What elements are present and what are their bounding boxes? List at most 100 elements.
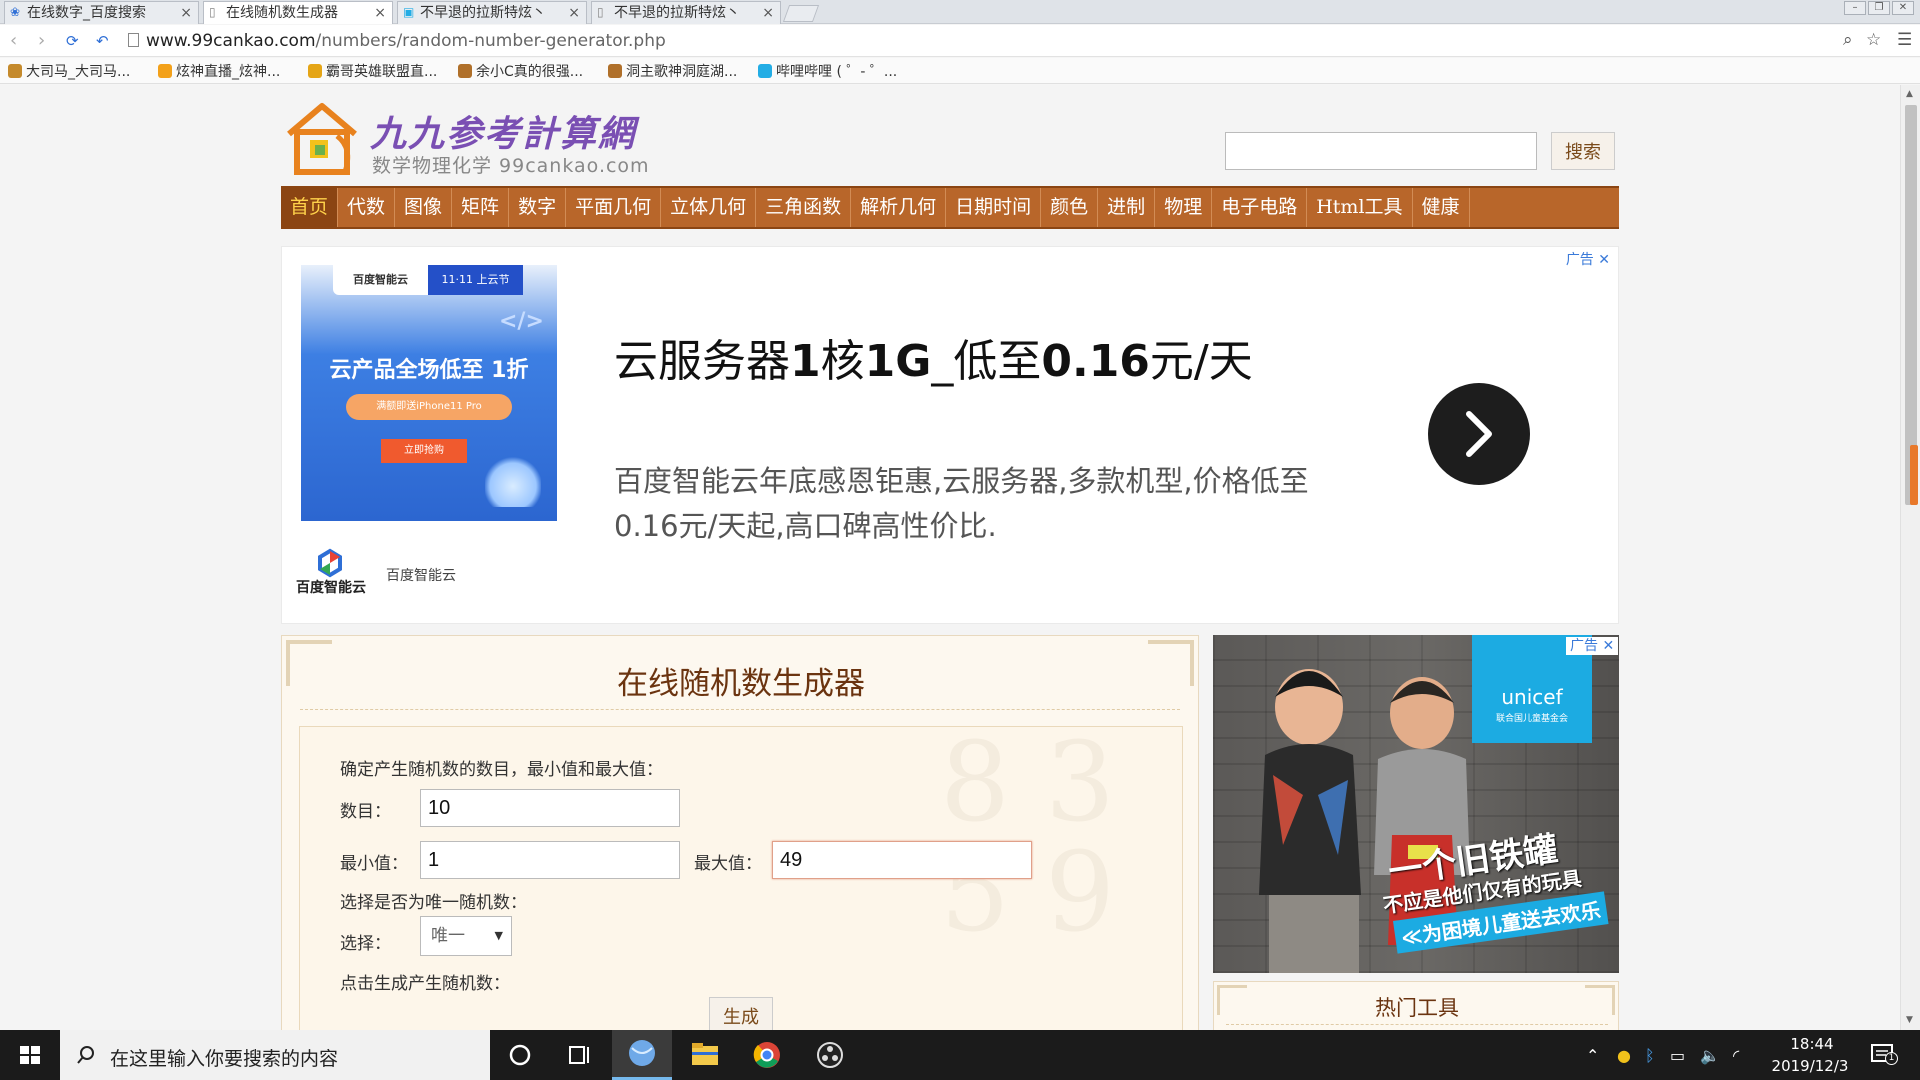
ad-badge-label: 广告 — [1565, 252, 1594, 268]
chevron-up-icon[interactable]: ⌃ — [1586, 1046, 1599, 1065]
site-search-button[interactable]: 搜索 — [1551, 132, 1615, 170]
zoom-icon[interactable]: ⌕ — [1843, 30, 1853, 50]
nav-item-graph[interactable]: 图像 — [395, 188, 453, 227]
tab-random-number-generator[interactable]: ▯ 在线随机数生成器 × — [203, 1, 393, 24]
nav-item-matrix[interactable]: 矩阵 — [452, 188, 510, 227]
close-window-icon[interactable]: ✕ — [1892, 1, 1914, 15]
bookmark-item[interactable]: 霸哥英雄联盟直... — [308, 61, 437, 81]
generate-button[interactable]: 生成 — [709, 997, 773, 1030]
nav-item-circuits[interactable]: 电子电路 — [1212, 188, 1308, 227]
tab-baidu-search[interactable]: ❀ 在线数字_百度搜索 × — [4, 1, 199, 24]
reload-icon[interactable]: ⟳ — [66, 32, 79, 50]
taskbar-search-box[interactable]: 在这里输入你要搜索的内容 — [60, 1030, 490, 1080]
close-icon[interactable]: ✕ — [1598, 252, 1610, 268]
bookmark-icon — [308, 64, 322, 78]
nav-item-physics[interactable]: 物理 — [1155, 188, 1213, 227]
bookmark-item[interactable]: 哔哩哔哩 ( ゜- ゜... — [758, 61, 897, 81]
file-explorer-icon[interactable] — [675, 1030, 735, 1080]
chrome-icon[interactable] — [737, 1030, 797, 1080]
task-view-icon[interactable] — [550, 1030, 610, 1080]
nav-item-analytic-geometry[interactable]: 解析几何 — [851, 188, 947, 227]
tab-title: 在线随机数生成器 — [226, 5, 338, 21]
ad-badge[interactable]: 广告 ✕ — [1566, 637, 1618, 655]
site-logo-title[interactable]: 九九参考計算網 — [370, 105, 636, 157]
nav-item-solid-geometry[interactable]: 立体几何 — [661, 188, 757, 227]
bookmark-item[interactable]: 大司马_大司马... — [8, 61, 130, 81]
tab-bilibili-space[interactable]: ▣ 不早退的拉斯特炫丶 × — [397, 1, 587, 24]
volume-icon[interactable]: 🔈 — [1700, 1046, 1720, 1065]
ad-image[interactable]: 百度智能云 11·11 上云节 </> 云产品全场低至 1折 满额即送iPhon… — [301, 265, 557, 521]
window-controls: – ❐ ✕ — [1844, 1, 1914, 15]
ad-title-part: 元/天 — [1149, 336, 1253, 387]
nav-item-plane-geometry[interactable]: 平面几何 — [566, 188, 662, 227]
bookmark-item[interactable]: 洞主歌神洞庭湖... — [608, 61, 737, 81]
nav-item-health[interactable]: 健康 — [1413, 188, 1470, 227]
unique-select[interactable]: 唯一 ▼ — [420, 916, 512, 956]
unique-select-value: 唯一 — [431, 926, 465, 946]
ad-badge[interactable]: 广告 ✕ — [1566, 249, 1610, 269]
restore-icon[interactable]: ❐ — [1868, 1, 1890, 15]
bookmark-item[interactable]: 余小C真的很强... — [458, 61, 583, 81]
bluetooth-icon[interactable]: ᛒ — [1645, 1046, 1655, 1065]
clock-time[interactable]: 18:44 — [1777, 1035, 1847, 1053]
nav-item-algebra[interactable]: 代数 — [338, 188, 396, 227]
battery-icon[interactable]: ▭ — [1670, 1046, 1685, 1065]
new-tab-button[interactable] — [782, 5, 820, 22]
cloud-icon — [485, 455, 541, 507]
bookmark-icon — [8, 64, 22, 78]
nav-item-trigonometry[interactable]: 三角函数 — [756, 188, 852, 227]
undo-icon[interactable]: ↶ — [96, 32, 109, 50]
star-icon[interactable]: ☆ — [1866, 30, 1881, 50]
max-input[interactable] — [772, 841, 1032, 879]
unique-prompt: 选择是否为唯一随机数： — [340, 893, 527, 913]
close-icon[interactable]: × — [762, 2, 774, 24]
count-input[interactable] — [420, 789, 680, 827]
nav-item-color[interactable]: 颜色 — [1041, 188, 1099, 227]
close-icon[interactable]: × — [568, 2, 580, 24]
ad-next-button[interactable] — [1428, 383, 1530, 485]
generate-prompt: 点击生成产生随机数： — [340, 974, 510, 994]
bookmark-label: 哔哩哔哩 ( ゜- ゜... — [776, 64, 898, 80]
tab-bilibili-space-2[interactable]: ▯ 不早退的拉斯特炫丶 × — [591, 1, 781, 24]
side-ad[interactable]: unicef 联合国儿童基金会 广告 ✕ 一个旧铁罐 不应是他们仅有的玩具 ≪为… — [1213, 635, 1619, 973]
nav-item-base[interactable]: 进制 — [1098, 188, 1156, 227]
scroll-down-icon[interactable]: ▼ — [1906, 1015, 1913, 1025]
ad-title[interactable]: 云服务器1核1G_低至0.16元/天 — [614, 325, 1253, 389]
min-label: 最小值： — [340, 854, 408, 874]
close-icon[interactable]: × — [180, 2, 192, 24]
ad-image-brand: 百度智能云 — [353, 273, 408, 286]
ad-description[interactable]: 百度智能云年底感恩钜惠,云服务器,多款机型,价格低至0.16元/天起,高口碑高性… — [614, 459, 1334, 549]
nav-item-html-tools[interactable]: Html工具 — [1307, 188, 1413, 227]
tray-app-icon[interactable]: ● — [1617, 1046, 1631, 1065]
menu-icon[interactable]: ☰ — [1897, 30, 1912, 50]
address-bar: ‹ › ⟳ ↶ www.99cankao.com/numbers/random-… — [0, 25, 1920, 57]
forward-icon[interactable]: › — [38, 30, 45, 51]
windows-start-icon[interactable] — [0, 1030, 60, 1080]
obs-icon[interactable] — [800, 1030, 860, 1080]
site-search-input[interactable] — [1225, 132, 1537, 170]
min-input[interactable] — [420, 841, 680, 879]
bookmark-item[interactable]: 炫神直播_炫神... — [158, 61, 280, 81]
house-logo-icon[interactable] — [283, 100, 361, 178]
nav-item-numbers[interactable]: 数字 — [509, 188, 567, 227]
wifi-icon[interactable]: ◜ — [1733, 1046, 1739, 1065]
nav-item-date-time[interactable]: 日期时间 — [946, 188, 1042, 227]
bookmark-icon — [158, 64, 172, 78]
close-icon[interactable]: × — [374, 2, 386, 24]
scroll-up-icon[interactable]: ▲ — [1906, 89, 1913, 99]
ad-brand-name[interactable]: 百度智能云 — [386, 565, 456, 585]
url-field[interactable]: www.99cankao.com/numbers/random-number-g… — [146, 31, 666, 51]
close-icon[interactable]: ✕ — [1602, 638, 1614, 654]
bookmark-label: 大司马_大司马... — [26, 64, 131, 80]
ad-image-promo: 满额即送iPhone11 Pro — [346, 394, 512, 420]
cortana-icon[interactable] — [490, 1030, 550, 1080]
taskbar-browser-app[interactable] — [612, 1030, 672, 1080]
notification-center-icon[interactable]: 1 — [1870, 1042, 1898, 1068]
clock-date[interactable]: 2019/12/3 — [1765, 1057, 1855, 1075]
ad-image-header: 百度智能云 11·11 上云节 — [333, 265, 523, 295]
nav-item-home[interactable]: 首页 — [281, 188, 339, 227]
back-icon[interactable]: ‹ — [10, 30, 17, 51]
minimize-icon[interactable]: – — [1844, 1, 1866, 15]
page-scrollbar[interactable]: ▲ ▼ — [1900, 85, 1920, 1030]
ad-banner[interactable]: 广告 ✕ 百度智能云 11·11 上云节 </> 云产品全场低至 1折 满额即送… — [281, 246, 1619, 624]
